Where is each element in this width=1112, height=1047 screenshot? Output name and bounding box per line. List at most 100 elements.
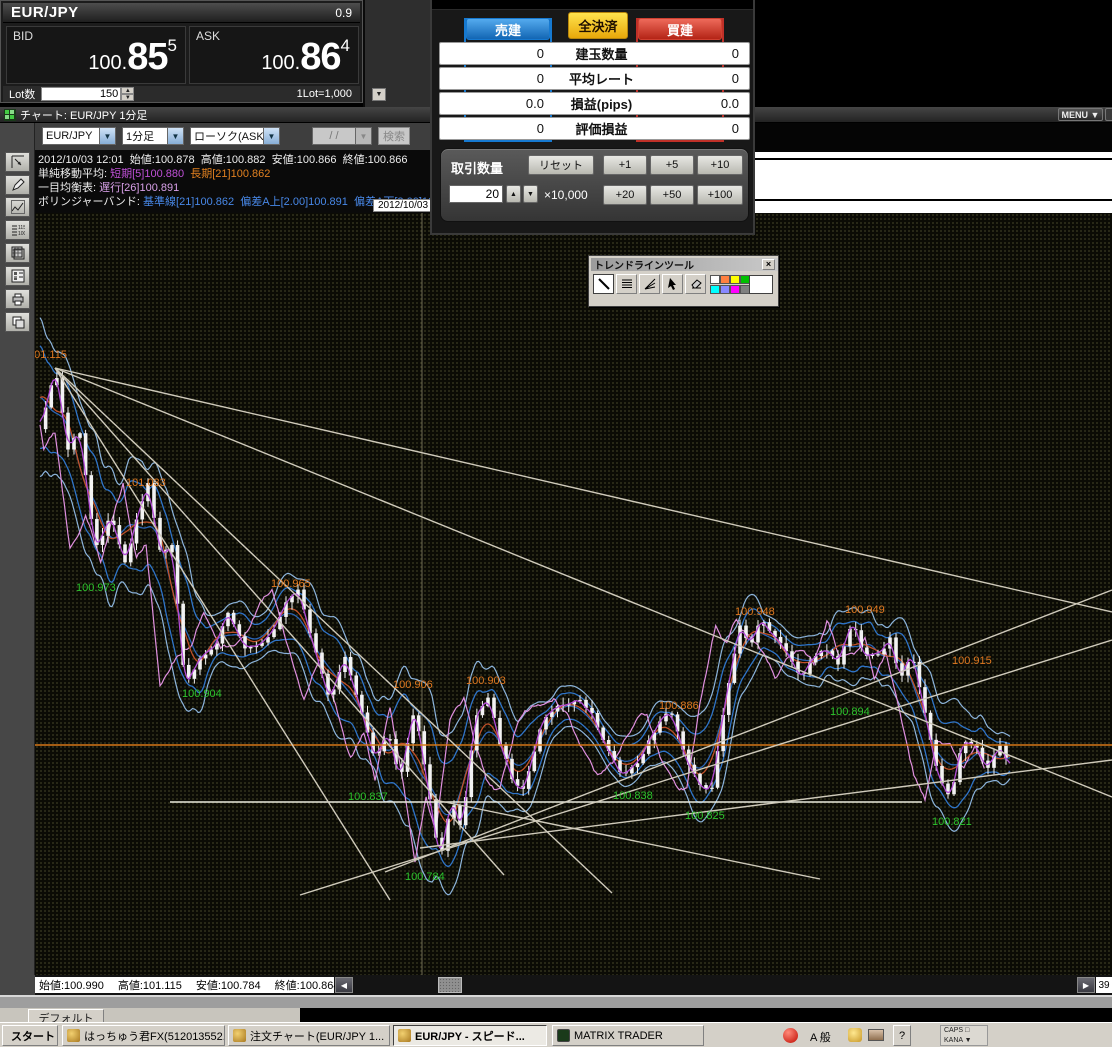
- lot-label: Lot数: [9, 86, 35, 102]
- task-button-matrix-trader[interactable]: MATRIX TRADER: [552, 1025, 704, 1046]
- price-levels-icon: 115100: [11, 223, 25, 237]
- reset-button[interactable]: リセット: [528, 155, 594, 175]
- task-button-speed-order[interactable]: EUR/JPY - スピード...: [393, 1025, 547, 1046]
- lot-down-button[interactable]: ▼: [121, 94, 134, 101]
- color-swatch[interactable]: [710, 285, 720, 294]
- trade-qty-box: 取引数量 リセット +1 +5 +10 ▲ ▼ ×10,000 +20 +50 …: [440, 148, 749, 222]
- current-color-swatch[interactable]: [749, 275, 773, 294]
- scrollbar-thumb[interactable]: [438, 977, 462, 993]
- scroll-left-button[interactable]: ◀: [335, 977, 353, 993]
- color-swatch[interactable]: [730, 285, 740, 294]
- qty-down-button[interactable]: ▼: [523, 185, 538, 203]
- crosshair-date-flag: 2012/10/03: [373, 199, 433, 212]
- order-panel-grip[interactable]: [432, 0, 753, 10]
- inc-10-label: +10: [711, 159, 730, 171]
- tray-status-icon[interactable]: [783, 1028, 798, 1043]
- sell-button-label: 売建: [495, 20, 521, 39]
- select-tool-button[interactable]: [662, 274, 683, 294]
- draw-tool-button[interactable]: [5, 175, 30, 195]
- tray-toolbox-icon[interactable]: [868, 1029, 884, 1041]
- chart-toolbar: EUR/JPY▼ 1分足▼ ローソク(ASK)▼ / /▼: [0, 123, 430, 150]
- line-tool-button[interactable]: [593, 274, 614, 294]
- task-button-order-chart[interactable]: 注文チャート(EUR/JPY 1...: [228, 1025, 390, 1046]
- scroll-right-button[interactable]: ▶: [1077, 977, 1095, 993]
- ask-price-main: 100.: [261, 52, 300, 74]
- task-button-hacchukun[interactable]: はっちゅう君FX(512013552...: [62, 1025, 225, 1046]
- copy-chart-button[interactable]: [5, 312, 30, 332]
- session-low: 安値:100.784: [196, 977, 261, 993]
- color-swatch[interactable]: [730, 275, 740, 284]
- avg-rate-label: 平均レート: [550, 69, 653, 88]
- ask-panel[interactable]: ASK 100.864: [189, 26, 359, 84]
- color-swatch[interactable]: [720, 275, 730, 284]
- quote-panel: EUR/JPY 0.9 BID 100.855 ASK 100.864 Lot数…: [0, 0, 363, 103]
- chevron-down-icon[interactable]: ▼: [263, 128, 279, 144]
- symbol-select[interactable]: EUR/JPY▼: [42, 127, 116, 145]
- close-icon[interactable]: ×: [762, 259, 775, 270]
- qty-input[interactable]: [449, 185, 503, 203]
- bollinger-legend-label: ボリンジャーバンド:: [38, 196, 140, 208]
- inc-1-button[interactable]: +1: [603, 155, 647, 175]
- timeframe-select[interactable]: 1分足▼: [122, 127, 184, 145]
- partial-toolbar-button[interactable]: [1105, 108, 1112, 121]
- crosshair-date-text: 2012/10/03: [378, 200, 428, 211]
- task-button-label: はっちゅう君FX(512013552...: [84, 1028, 225, 1044]
- date-select[interactable]: / /▼: [312, 127, 372, 145]
- inc-50-label: +50: [663, 189, 682, 201]
- sell-button[interactable]: 売建: [466, 18, 550, 40]
- trendline-tool-titlebar[interactable]: トレンドラインツール ×: [591, 258, 778, 271]
- inc-10-button[interactable]: +10: [697, 155, 743, 175]
- color-swatch[interactable]: [710, 275, 720, 284]
- sell-position-qty: 0: [440, 46, 550, 61]
- qty-up-button[interactable]: ▲: [506, 185, 521, 203]
- lot-input[interactable]: [41, 87, 121, 101]
- symbol-select-value: EUR/JPY: [43, 130, 99, 142]
- inc-20-button[interactable]: +20: [603, 185, 647, 205]
- panel-collapse-button[interactable]: ▼: [372, 88, 386, 101]
- help-button[interactable]: ?: [893, 1025, 911, 1046]
- background-strip: [300, 1008, 1112, 1022]
- crosshair-tool-button[interactable]: [5, 152, 30, 172]
- ask-price-pip: 4: [341, 36, 350, 55]
- price-chart[interactable]: 101.115101.033100.973100.965100.904100.9…: [35, 213, 1112, 975]
- multi-line-tool-button[interactable]: [616, 274, 637, 294]
- chevron-down-icon[interactable]: ▼: [99, 128, 115, 144]
- chart-side-toolbar: 115100: [0, 123, 35, 995]
- chart-style-select[interactable]: ローソク(ASK)▼: [190, 127, 280, 145]
- svg-text:101.033: 101.033: [126, 477, 166, 489]
- line-chart-tool-button[interactable]: [5, 197, 30, 217]
- task-button-label: 注文チャート(EUR/JPY 1...: [250, 1028, 384, 1044]
- lot-up-button[interactable]: ▲: [121, 87, 134, 94]
- inc-20-label: +20: [616, 189, 635, 201]
- search-button[interactable]: 検索: [378, 127, 410, 145]
- inc-5-button[interactable]: +5: [650, 155, 694, 175]
- inc-50-button[interactable]: +50: [650, 185, 694, 205]
- eraser-tool-button[interactable]: [685, 274, 706, 294]
- ask-price-big: 86: [300, 36, 340, 78]
- color-swatch[interactable]: [720, 285, 730, 294]
- fan-line-tool-button[interactable]: [639, 274, 660, 294]
- inc-100-button[interactable]: +100: [697, 185, 743, 205]
- close-all-button-label: 全決済: [578, 16, 617, 35]
- chevron-down-icon[interactable]: ▼: [167, 128, 183, 144]
- price-levels-tool-button[interactable]: 115100: [5, 220, 30, 240]
- tray-tool-icon[interactable]: [848, 1028, 862, 1042]
- bid-panel[interactable]: BID 100.855: [6, 26, 186, 84]
- ime-caps-kana-box[interactable]: CAPS □ KANA ▼: [940, 1025, 988, 1046]
- print-button[interactable]: [5, 289, 30, 309]
- menu-button[interactable]: MENU ▼: [1058, 108, 1103, 121]
- spread-value: 0.9: [335, 6, 352, 20]
- chart-window-icon: [4, 109, 16, 121]
- bar-count-box: 39: [1096, 977, 1112, 993]
- inc-100-label: +100: [708, 189, 733, 201]
- start-button-label: スタート: [11, 1028, 55, 1044]
- properties-tool-button[interactable]: [5, 266, 30, 286]
- grid-tool-button[interactable]: [5, 243, 30, 263]
- start-button[interactable]: スタート: [2, 1025, 58, 1046]
- close-all-button[interactable]: 全決済: [568, 12, 628, 39]
- svg-text:100.903: 100.903: [466, 675, 506, 687]
- ime-mode-indicator[interactable]: A 般: [810, 1029, 831, 1045]
- chart-window-title: チャート: EUR/JPY 1分足: [20, 107, 147, 123]
- buy-button[interactable]: 買建: [638, 18, 722, 40]
- workspace-tab-default[interactable]: デフォルト: [28, 1009, 104, 1022]
